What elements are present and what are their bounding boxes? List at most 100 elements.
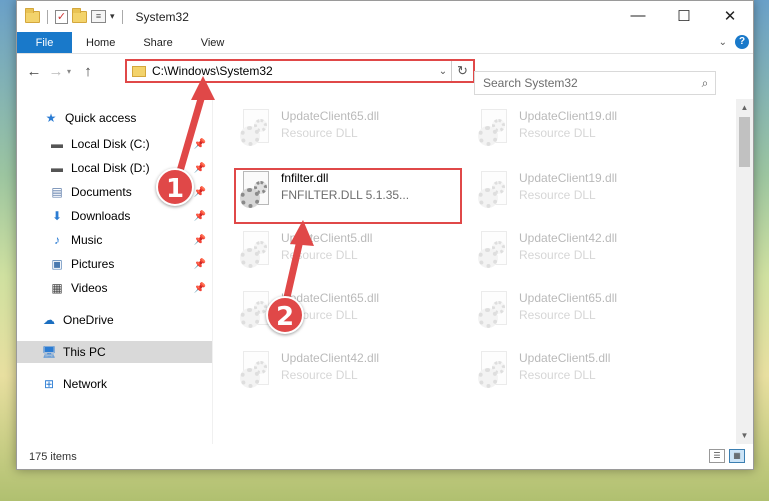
back-arrow-icon[interactable]: ← <box>23 63 45 80</box>
sidebar-item-label: Local Disk (D:) <box>71 161 150 175</box>
pin-icon[interactable]: 📌 <box>194 259 206 270</box>
pin-icon[interactable]: 📌 <box>194 283 206 294</box>
file-name: UpdateClient65.dll <box>519 291 618 305</box>
large-icons-view-icon[interactable]: ▦ <box>729 449 745 463</box>
chevron-down-icon[interactable]: ▾ <box>110 11 115 22</box>
sidebar-item-quick-access[interactable]: ★ Quick access <box>43 107 212 129</box>
help-icon[interactable]: ? <box>735 35 749 49</box>
scroll-thumb[interactable] <box>739 117 750 167</box>
music-icon: ♪ <box>54 233 60 247</box>
properties-check-icon[interactable]: ✓ <box>55 9 68 24</box>
file-item[interactable]: UpdateClient65.dll Resource DLL <box>477 289 697 339</box>
address-bar[interactable]: C:\Windows\System32 ⌄ ↻ <box>125 59 475 83</box>
sidebar-item-label: OneDrive <box>63 313 114 327</box>
drive-icon: ▬ <box>51 137 63 151</box>
expand-ribbon-icon[interactable]: ⌄ <box>719 37 727 48</box>
file-desc: Resource DLL <box>519 308 596 322</box>
sidebar-item-local-disk-c[interactable]: ▬ Local Disk (C:) 📌 <box>49 133 212 155</box>
search-icon: ⌕ <box>701 75 709 90</box>
item-count: 175 items <box>29 450 77 463</box>
pin-icon[interactable]: 📌 <box>194 235 206 246</box>
sidebar-item-label: This PC <box>63 345 106 359</box>
dll-file-icon <box>239 351 273 391</box>
pin-icon[interactable]: 📌 <box>194 139 206 150</box>
toolbar-divider <box>47 9 48 24</box>
documents-icon: ▤ <box>51 185 63 199</box>
toolbar-divider <box>121 9 123 24</box>
details-view-icon[interactable]: ☰ <box>709 449 725 463</box>
address-path[interactable]: C:\Windows\System32 <box>152 64 435 78</box>
ribbon-tabs: File Home Share View ⌄ ? <box>17 32 753 54</box>
sidebar-item-label: Network <box>63 377 108 391</box>
sidebar-item-onedrive[interactable]: ☁ OneDrive <box>41 309 212 331</box>
folder-icon <box>132 65 146 77</box>
file-desc: Resource DLL <box>519 126 596 140</box>
explorer-body: ★ Quick access ▬ Local Disk (C:) 📌 ▬ Loc… <box>17 99 753 444</box>
scroll-down-icon[interactable]: ▼ <box>736 427 753 444</box>
maximize-button[interactable]: ☐ <box>661 1 707 30</box>
vertical-scrollbar[interactable]: ▲ ▼ <box>736 99 753 444</box>
file-item[interactable]: UpdateClient5.dll Resource DLL <box>239 229 459 279</box>
tab-home[interactable]: Home <box>72 32 129 53</box>
file-item[interactable]: UpdateClient19.dll Resource DLL <box>477 169 697 219</box>
up-arrow-icon[interactable]: ↑ <box>77 63 99 80</box>
sidebar-item-label: Pictures <box>71 257 115 271</box>
pin-icon[interactable]: 📌 <box>194 187 206 198</box>
forward-arrow-icon[interactable]: → <box>45 63 67 80</box>
file-item[interactable]: UpdateClient42.dll Resource DLL <box>239 349 459 399</box>
file-desc: Resource DLL <box>281 126 358 140</box>
sidebar-item-videos[interactable]: ▦ Videos 📌 <box>49 277 212 299</box>
scroll-up-icon[interactable]: ▲ <box>736 99 753 116</box>
file-desc: Resource DLL <box>519 368 596 382</box>
this-pc-icon: 🖥 <box>41 345 57 359</box>
file-item[interactable]: UpdateClient5.dll Resource DLL <box>477 349 697 399</box>
pin-icon[interactable]: 📌 <box>194 211 206 222</box>
sidebar-item-label: Videos <box>71 281 108 295</box>
close-button[interactable]: ✕ <box>707 1 753 30</box>
dll-file-icon <box>239 109 273 149</box>
tab-share[interactable]: Share <box>129 32 186 53</box>
title-bar: ✓ ≡ ▾ System32 — ☐ ✕ <box>17 1 753 32</box>
file-list: UpdateClient65.dll Resource DLL fnfilter.… <box>213 99 735 444</box>
recent-locations-icon[interactable]: ▾ <box>67 67 77 76</box>
file-item[interactable]: UpdateClient65.dll Resource DLL <box>239 107 459 157</box>
chevron-down-icon[interactable]: ⌄ <box>435 66 451 77</box>
sidebar-item-label: Quick access <box>65 111 137 125</box>
dll-file-icon <box>477 109 511 149</box>
search-input[interactable]: Search System32 <box>483 76 695 90</box>
file-name: UpdateClient42.dll <box>281 351 380 365</box>
sidebar-item-music[interactable]: ♪ Music 📌 <box>49 229 212 251</box>
file-desc: Resource DLL <box>281 368 358 382</box>
status-bar: 175 items ☰ ▦ <box>17 444 753 469</box>
file-name: UpdateClient5.dll <box>281 231 373 245</box>
dll-file-icon <box>477 291 511 331</box>
highlight-box <box>234 168 462 224</box>
view-buttons: ☰ ▦ <box>709 449 745 463</box>
search-box[interactable]: Search System32 ⌕ <box>474 71 716 95</box>
folder-icon <box>25 7 40 23</box>
videos-icon: ▦ <box>51 281 63 295</box>
sidebar-item-label: Documents <box>71 185 132 199</box>
dll-file-icon <box>239 231 273 271</box>
new-folder-icon[interactable] <box>72 7 87 23</box>
sidebar-item-downloads[interactable]: ⬇ Downloads 📌 <box>49 205 212 227</box>
file-name: UpdateClient65.dll <box>281 109 380 123</box>
pin-icon[interactable]: 📌 <box>194 163 206 174</box>
tab-view[interactable]: View <box>187 32 239 53</box>
minimize-button[interactable]: — <box>615 1 661 30</box>
sidebar-item-this-pc[interactable]: 🖥 This PC <box>17 341 212 363</box>
file-item[interactable]: UpdateClient19.dll Resource DLL <box>477 107 697 157</box>
step-1-badge: 1 <box>156 168 194 206</box>
pictures-icon: ▣ <box>51 257 63 271</box>
refresh-icon[interactable]: ↻ <box>451 61 473 81</box>
sidebar-item-label: Local Disk (C:) <box>71 137 150 151</box>
tab-file[interactable]: File <box>17 32 72 53</box>
star-icon: ★ <box>45 111 57 125</box>
customize-icon[interactable]: ≡ <box>91 10 106 23</box>
ribbon-right-controls: ⌄ ? <box>719 35 749 49</box>
file-item[interactable]: UpdateClient42.dll Resource DLL <box>477 229 697 279</box>
quick-access-toolbar: ✓ ≡ ▾ <box>25 7 126 24</box>
sidebar-item-pictures[interactable]: ▣ Pictures 📌 <box>49 253 212 275</box>
sidebar-item-network[interactable]: ⊞ Network <box>41 373 212 395</box>
file-name: UpdateClient42.dll <box>519 231 618 245</box>
